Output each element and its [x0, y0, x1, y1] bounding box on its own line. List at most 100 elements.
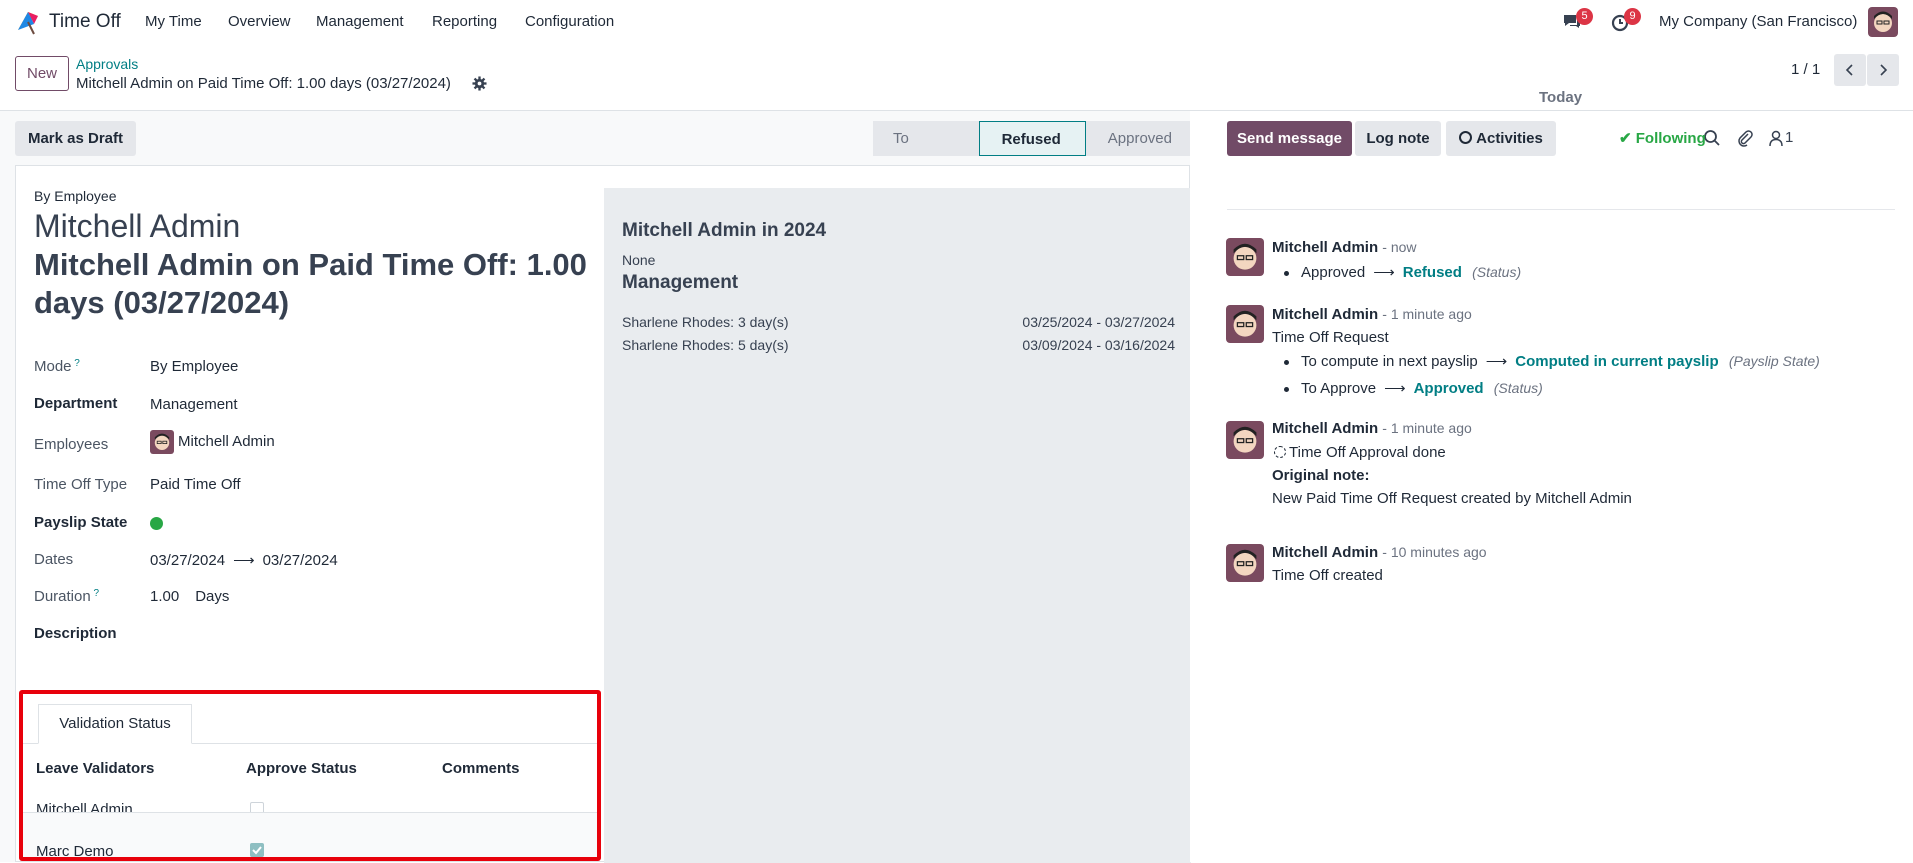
leave-name-field[interactable]: Mitchell Admin on Paid Time Off: 1.00 da… — [34, 246, 604, 322]
activity-done-line: Time Off Approval done — [1274, 444, 1446, 461]
stage-refused[interactable]: Refused — [978, 121, 1086, 156]
control-panel: New Approvals Mitchell Admin on Paid Tim… — [0, 44, 1913, 111]
company-switcher[interactable]: My Company (San Francisco) — [1659, 13, 1857, 30]
pager-value[interactable]: 1 / 1 — [1791, 61, 1820, 78]
dates-label: Dates — [34, 551, 74, 568]
department-label: Department — [34, 395, 118, 412]
avatar[interactable] — [1226, 305, 1264, 343]
status-bar: To Approve Refused Approved — [873, 121, 1190, 182]
payslip-state-label: Payslip State — [34, 514, 128, 531]
form-main: By Employee Mitchell Admin Mitchell Admi… — [16, 166, 606, 863]
date-divider — [1227, 209, 1895, 210]
message-author[interactable]: Mitchell Admin - 1 minute ago — [1272, 420, 1472, 437]
following-button[interactable]: ✔ Following — [1619, 129, 1706, 147]
breadcrumb-approvals[interactable]: Approvals — [76, 56, 138, 72]
description-label: Description — [34, 625, 117, 642]
note-body: New Paid Time Off Request created by Mit… — [1272, 490, 1632, 507]
menu-overview[interactable]: Overview — [228, 13, 291, 30]
mark-as-draft-button[interactable]: Mark as Draft — [15, 121, 136, 156]
followers-count[interactable]: 1 — [1785, 129, 1793, 146]
duration-unit: Days — [195, 588, 230, 605]
chevron-right-icon — [1880, 64, 1888, 76]
chat-badge: 5 — [1576, 8, 1593, 25]
stage-approved[interactable]: Approved — [1085, 121, 1190, 156]
tracking-line: To compute in next payslip ⟶ Computed in c… — [1284, 352, 1820, 370]
mode-caption: By Employee — [34, 188, 117, 204]
date-separator-label: Today — [1525, 89, 1597, 106]
stage-to-approve[interactable]: To Approve — [873, 121, 979, 182]
gear-icon[interactable] — [472, 76, 487, 91]
arrow-right-icon: ⟶ — [233, 552, 255, 569]
avatar[interactable] — [1226, 238, 1264, 276]
send-message-button[interactable]: Send message — [1227, 121, 1352, 156]
avatar[interactable] — [1226, 421, 1264, 459]
col-leave-validators: Leave Validators — [36, 760, 155, 777]
message-body: Time Off Request — [1272, 329, 1389, 346]
follower-icon[interactable] — [1767, 129, 1785, 147]
app-name[interactable]: Time Off — [49, 11, 121, 33]
message-author[interactable]: Mitchell Admin - now — [1272, 239, 1417, 256]
menu-management[interactable]: Management — [316, 13, 404, 30]
activity-icon — [1274, 446, 1286, 458]
dates-field[interactable]: 03/27/2024 ⟶ 03/27/2024 — [150, 551, 338, 569]
summary-department: Management — [622, 272, 739, 293]
date-to[interactable]: 03/27/2024 — [263, 552, 338, 569]
approve-checkbox-checked[interactable] — [250, 843, 264, 857]
duration-field[interactable]: 1.00 Days — [150, 588, 229, 605]
help-icon[interactable]: ? — [91, 588, 99, 599]
summary-title: Mitchell Admin in 2024 — [622, 220, 827, 241]
employee-tag[interactable]: Mitchell Admin — [150, 430, 275, 454]
duration-label: Duration ? — [34, 588, 100, 605]
date-from[interactable]: 03/27/2024 — [150, 552, 225, 569]
payslip-state-indicator[interactable] — [150, 517, 163, 530]
message-author[interactable]: Mitchell Admin - 10 minutes ago — [1272, 544, 1487, 561]
validator-name[interactable]: Marc Demo — [36, 843, 114, 857]
tracking-line: Approved ⟶ Refused (Status) — [1284, 263, 1521, 281]
avatar — [150, 430, 174, 454]
message-time: - 1 minute ago — [1382, 420, 1472, 436]
top-navbar: Time Off My Time Overview Management Rep… — [0, 0, 1913, 44]
activity-badge: 9 — [1624, 8, 1641, 25]
new-button[interactable]: New — [15, 56, 69, 91]
employee-tag-label: Mitchell Admin — [178, 432, 275, 450]
check-icon: ✔ — [1619, 130, 1636, 147]
tab-validation-status[interactable]: Validation Status — [38, 704, 192, 744]
user-avatar[interactable] — [1868, 7, 1898, 37]
employee-name-field[interactable]: Mitchell Admin — [34, 208, 240, 245]
time-off-type-label: Time Off Type — [34, 476, 128, 493]
message-time: - 10 minutes ago — [1382, 544, 1487, 560]
col-approve-status: Approve Status — [246, 760, 357, 777]
validation-highlight-box: Validation Status Leave Validators Appro… — [19, 690, 601, 861]
tracking-line: To Approve ⟶ Approved (Status) — [1284, 379, 1543, 397]
col-comments: Comments — [442, 760, 520, 777]
note-label: Original note: — [1272, 467, 1370, 484]
mode-label: Mode ? — [34, 358, 80, 375]
log-note-button[interactable]: Log note — [1355, 121, 1441, 156]
mode-field[interactable]: By Employee — [150, 358, 238, 375]
avatar[interactable] — [1226, 544, 1264, 582]
chevron-left-icon — [1845, 64, 1853, 76]
breadcrumb-current: Mitchell Admin on Paid Time Off: 1.00 da… — [76, 75, 451, 92]
clock-icon — [1459, 131, 1473, 144]
duration-value[interactable]: 1.00 — [150, 588, 179, 605]
department-field[interactable]: Management — [150, 396, 238, 413]
time-off-app-icon[interactable] — [14, 8, 42, 36]
employees-label: Employees — [34, 436, 109, 453]
list-item: Sharlene Rhodes: 3 day(s) 03/25/2024 - 03… — [622, 314, 1175, 330]
help-icon[interactable]: ? — [72, 358, 80, 369]
menu-my-time[interactable]: My Time — [145, 13, 202, 30]
leave-summary-panel: Mitchell Admin in 2024 None Management S… — [604, 188, 1191, 863]
message-body: Time Off created — [1272, 567, 1383, 584]
menu-configuration[interactable]: Configuration — [525, 13, 614, 30]
pager-prev-button[interactable] — [1834, 54, 1866, 86]
paperclip-icon[interactable] — [1736, 129, 1754, 147]
form-pane: Mark as Draft To Approve Refused Approve… — [0, 111, 1191, 863]
menu-reporting[interactable]: Reporting — [432, 13, 497, 30]
pager-next-button[interactable] — [1867, 54, 1899, 86]
message-time: - now — [1382, 239, 1417, 255]
chatter-panel: Send message Log note Activities 1 ✔ Fol… — [1190, 111, 1913, 862]
summary-none: None — [622, 252, 656, 268]
time-off-type-field[interactable]: Paid Time Off — [150, 476, 241, 493]
message-author[interactable]: Mitchell Admin - 1 minute ago — [1272, 306, 1472, 323]
activities-button[interactable]: Activities — [1446, 121, 1556, 156]
